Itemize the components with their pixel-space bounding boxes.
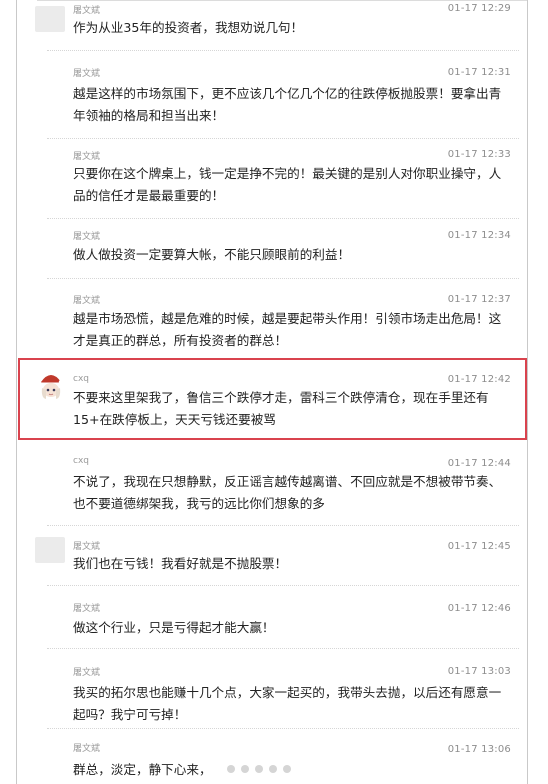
message-item: 屠文斌 01-17 13:03 我买的拓尔思也能赚十几个点，大家一起买的，我带头… (17, 660, 527, 730)
message-item: 屠文斌 01-17 12:37 越是市场恐慌，越是危难的时候，越是要起带头作用！… (17, 287, 527, 357)
message-author[interactable]: cxq (73, 456, 89, 466)
avatar[interactable] (35, 6, 65, 32)
message-time: 01-17 13:06 (447, 744, 511, 755)
message-content: 我们也在亏钱！我看好就是不抛股票！ (73, 556, 288, 571)
message-content: 做这个行业，只是亏得起才能大赢！ (73, 620, 275, 635)
message-content: 不说了，我现在只想静默，反正谣言越传越离谱、不回应就是不想被带节奏、也不要道德绑… (73, 474, 502, 511)
message-item: 屠文斌 01-17 12:34 做人做投资一定要算大帐，不能只顾眼前的利益！ (17, 225, 527, 285)
message-author[interactable]: 屠文斌 (73, 293, 100, 306)
message-item: cxq 01-17 12:44 不说了，我现在只想静默，反正谣言越传越离谱、不回… (17, 450, 527, 525)
message-author[interactable]: 屠文斌 (73, 601, 100, 614)
message-time: 01-17 12:31 (447, 67, 511, 78)
divider (47, 648, 519, 649)
message-time: 01-17 12:29 (447, 3, 511, 14)
message-author[interactable]: 屠文斌 (73, 3, 100, 16)
message-time: 01-17 12:46 (447, 603, 511, 614)
message-item: 屠文斌 01-17 12:46 做这个行业，只是亏得起才能大赢！ (17, 595, 527, 650)
message-content: 做人做投资一定要算大帐，不能只顾眼前的利益！ (73, 247, 351, 262)
divider (47, 218, 519, 219)
highlight-box (18, 358, 527, 440)
message-author[interactable]: 屠文斌 (73, 741, 100, 754)
message-content: 越是这样的市场氛围下，更不应该几个亿几个亿的往跌停板抛股票！要拿出青年领袖的格局… (73, 86, 502, 123)
divider (47, 278, 519, 279)
message-content: 只要你在这个牌桌上，钱一定是挣不完的！最关键的是别人对你职业操守，人品的信任才是… (73, 166, 502, 203)
message-author[interactable]: 屠文斌 (73, 66, 100, 79)
message-author[interactable]: 屠文斌 (73, 229, 100, 242)
divider (47, 138, 519, 139)
divider (47, 525, 519, 526)
message-author[interactable]: 屠文斌 (73, 149, 100, 162)
message-time: 01-17 12:33 (447, 149, 511, 160)
message-time: 01-17 12:37 (447, 294, 511, 305)
message-time: 01-17 12:34 (447, 230, 511, 241)
message-author[interactable]: 屠文斌 (73, 665, 100, 678)
message-item: 屠文斌 01-17 12:33 只要你在这个牌桌上，钱一定是挣不完的！最关键的是… (17, 143, 527, 223)
message-item: 屠文斌 01-17 12:45 我们也在亏钱！我看好就是不抛股票！ (17, 533, 527, 588)
divider (47, 585, 519, 586)
divider (47, 728, 519, 729)
message-item: 屠文斌 01-17 13:06 群总，淡定，静下心来， (17, 735, 527, 784)
message-time: 01-17 12:44 (447, 458, 511, 469)
divider (47, 50, 519, 51)
message-content: 越是市场恐慌，越是危难的时候，越是要起带头作用！引领市场走出危局！这才是真正的群… (73, 311, 502, 348)
message-time: 01-17 12:45 (447, 541, 511, 552)
obscured-text-dots (227, 761, 317, 777)
message-content: 作为从业35年的投资者，我想劝说几句！ (73, 20, 304, 35)
message-author[interactable]: 屠文斌 (73, 539, 100, 552)
message-content: 我买的拓尔思也能赚十几个点，大家一起买的，我带头去抛，以后还有愿意一起吗？我宁可… (73, 685, 502, 722)
message-time: 01-17 13:03 (447, 666, 511, 677)
message-item: 屠文斌 01-17 12:29 作为从业35年的投资者，我想劝说几句！ (17, 0, 527, 52)
avatar[interactable] (35, 537, 65, 563)
message-item: 屠文斌 01-17 12:31 越是这样的市场氛围下，更不应该几个亿几个亿的往跌… (17, 60, 527, 150)
